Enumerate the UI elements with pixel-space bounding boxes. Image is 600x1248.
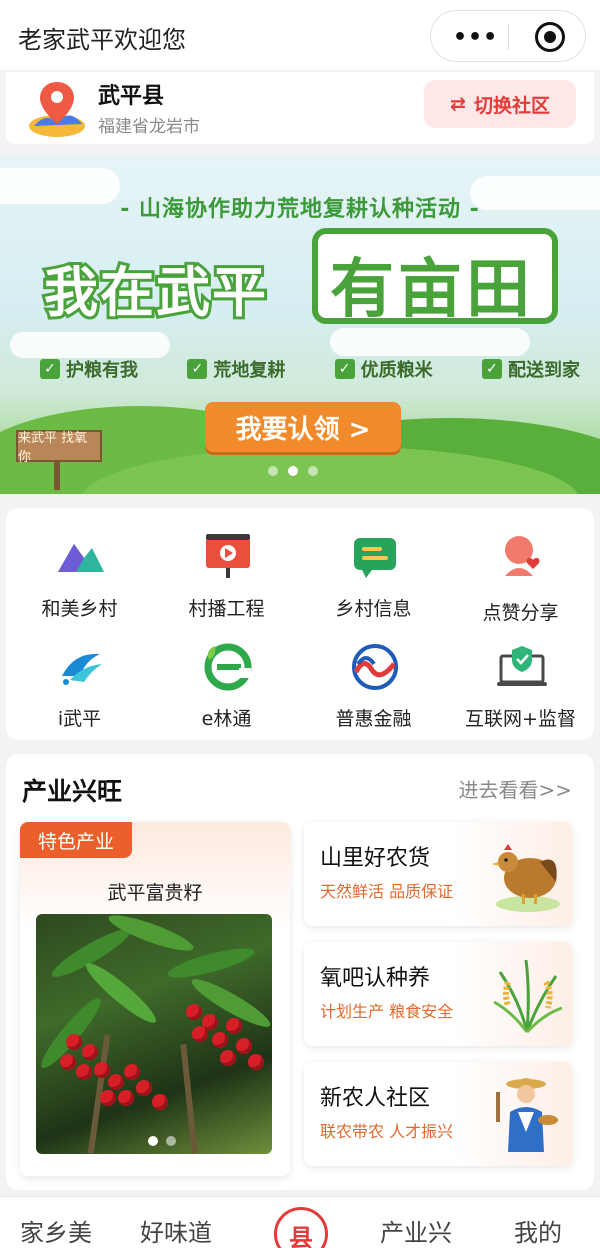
feature-tag: 特色产业 <box>20 822 132 858</box>
berry <box>124 1064 140 1080</box>
berry <box>82 1044 98 1060</box>
bottom-tabbar: 家乡美 好味道 县 产业兴 我的 <box>0 1196 600 1248</box>
see-more-link[interactable]: 进去看看>> <box>458 774 572 803</box>
service-grid: 和美乡村 村播工程 乡村信息 点赞分享 i武平 e林通 普惠金融 互联网+监督 <box>6 508 594 740</box>
claim-button[interactable]: 我要认领 > <box>205 402 401 452</box>
berry <box>100 1090 116 1106</box>
image-carousel-indicator <box>148 1136 176 1146</box>
feature-image <box>36 914 272 1154</box>
grid-item-hemei[interactable]: 和美乡村 <box>6 532 153 632</box>
switch-community-label: 切换社区 <box>473 94 550 117</box>
industry-section: 产业兴旺 进去看看>> 特色产业 武平富贵籽 山里好农货 天然鲜活 品质保证 氧… <box>6 754 594 1190</box>
card-yangba[interactable]: 氧吧认种养 计划生产 粮食安全 <box>304 942 572 1046</box>
banner-title-part1: 我在武平 <box>41 258 269 327</box>
page-title: 老家武平欢迎您 <box>18 26 186 54</box>
wooden-sign: 来武平 找氧你 <box>16 430 102 465</box>
tab-jiaxiangmei[interactable]: 家乡美 <box>20 1213 92 1248</box>
shield-laptop-icon <box>497 646 547 686</box>
berry <box>76 1064 92 1080</box>
check-icon: ✓ <box>40 359 60 379</box>
berry <box>220 1050 236 1066</box>
switch-community-button[interactable]: ⇄ 切换社区 <box>424 80 576 128</box>
map-pin-icon <box>29 82 85 137</box>
berry <box>66 1034 82 1050</box>
top-navbar: 老家武平欢迎您 ••• <box>0 0 600 70</box>
card-shanli[interactable]: 山里好农货 天然鲜活 品质保证 <box>304 822 572 926</box>
check-item: ✓ 护粮有我 <box>40 356 138 382</box>
berry <box>226 1018 242 1034</box>
banner-title-part2: 有亩田 <box>330 253 534 327</box>
grid-item-xinxi[interactable]: 乡村信息 <box>300 532 447 632</box>
berry <box>192 1026 208 1042</box>
location-name: 武平县 <box>98 84 165 109</box>
target-icon[interactable] <box>535 22 565 52</box>
grid-item-iwuping[interactable]: i武平 <box>6 642 153 742</box>
i-wuping-logo-icon <box>62 653 102 685</box>
grid-item-cunbo[interactable]: 村播工程 <box>153 532 300 632</box>
carousel-dot[interactable] <box>268 466 278 476</box>
miniprogram-capsule: ••• <box>430 10 586 62</box>
promo-banner[interactable]: - 山海协作助力荒地复耕认种活动 - 我在武平 有亩田 ✓ 护粮有我 ✓ 荒地复耕 … <box>0 156 600 494</box>
hen-icon <box>492 844 560 912</box>
sign-post <box>54 462 60 490</box>
image-dot[interactable] <box>166 1136 176 1146</box>
tab-haoweidao[interactable]: 好味道 <box>140 1213 212 1248</box>
like-share-icon <box>505 536 540 576</box>
check-item: ✓ 荒地复耕 <box>187 356 285 382</box>
grid-item-puhui[interactable]: 普惠金融 <box>300 642 447 742</box>
check-icon: ✓ <box>481 359 502 379</box>
check-item: ✓ 配送到家 <box>481 356 580 382</box>
berry <box>212 1032 228 1048</box>
berry <box>108 1074 124 1090</box>
more-dots-icon[interactable]: ••• <box>453 25 498 50</box>
e-lintong-logo-icon <box>204 643 252 691</box>
feature-name: 武平富贵籽 <box>107 882 203 904</box>
grid-item-jiandu[interactable]: 互联网+监督 <box>447 642 594 742</box>
plant-stem <box>180 1043 198 1154</box>
message-icon <box>354 538 396 578</box>
berry <box>186 1004 202 1020</box>
mountain-icon <box>58 544 104 572</box>
location-card: 武平县 福建省龙岩市 ⇄ 切换社区 <box>6 72 594 144</box>
rice-plant-icon <box>493 959 563 1034</box>
berry <box>152 1094 168 1110</box>
finance-logo-icon <box>352 644 398 690</box>
tab-chanyexing[interactable]: 产业兴 <box>380 1213 452 1248</box>
tab-county[interactable]: 县 <box>274 1207 328 1248</box>
farmer-icon <box>496 1078 558 1152</box>
banner-headline: 我在武平 有亩田 <box>30 226 570 336</box>
berry <box>60 1054 76 1070</box>
berry <box>94 1062 110 1078</box>
banner-checklist: ✓ 护粮有我 ✓ 荒地复耕 ✓ 优质粮米 ✓ 配送到家 <box>40 356 580 382</box>
grid-item-dianzan[interactable]: 点赞分享 <box>447 532 594 632</box>
banner-subtitle: - 山海协作助力荒地复耕认种活动 - <box>120 197 480 222</box>
berry <box>118 1090 134 1106</box>
feature-card[interactable]: 特色产业 武平富贵籽 <box>20 822 290 1176</box>
berry <box>248 1054 264 1070</box>
carousel-dot[interactable] <box>308 466 318 476</box>
tab-wode[interactable]: 我的 <box>514 1213 562 1248</box>
image-dot-active[interactable] <box>148 1136 158 1146</box>
berry <box>236 1038 252 1054</box>
check-icon: ✓ <box>187 359 208 379</box>
section-title: 产业兴旺 <box>22 777 123 806</box>
carousel-dot-active[interactable] <box>288 466 298 476</box>
swap-icon: ⇄ <box>450 93 466 115</box>
location-region: 福建省龙岩市 <box>98 117 200 137</box>
video-board-icon <box>206 534 250 578</box>
carousel-indicator <box>268 466 318 476</box>
capsule-divider <box>508 24 509 50</box>
check-icon: ✓ <box>334 359 355 379</box>
check-item: ✓ 优质粮米 <box>334 356 433 382</box>
berry <box>136 1080 152 1096</box>
card-xinnongren[interactable]: 新农人社区 联农带农 人才振兴 <box>304 1062 572 1166</box>
grid-item-elintong[interactable]: e林通 <box>153 642 300 742</box>
